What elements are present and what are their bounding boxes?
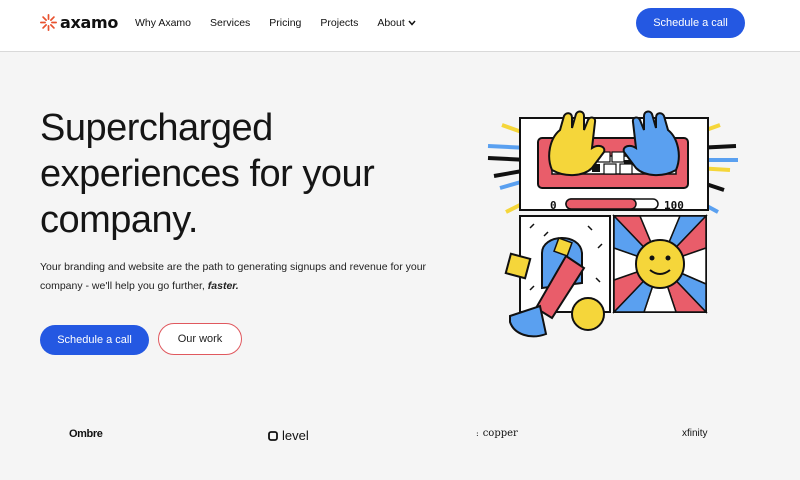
nav-link-about-label: About: [377, 17, 405, 29]
sunburst-logo-icon: [40, 14, 57, 31]
copper-dots-icon: :: [476, 429, 479, 438]
client-logo-xfinity: xfinity: [682, 428, 708, 439]
nav-link-projects[interactable]: Projects: [320, 17, 358, 29]
nav-link-why-axamo[interactable]: Why Axamo: [135, 17, 191, 29]
hero-subtitle-emphasis: faster.: [207, 280, 239, 292]
level-logo-icon: [268, 430, 278, 441]
our-work-button[interactable]: Our work: [158, 323, 242, 355]
nav-schedule-call-button[interactable]: Schedule a call: [636, 8, 745, 38]
slider-max-label: 100: [664, 199, 684, 212]
nav-links: Why Axamo Services Pricing Projects Abou…: [135, 17, 435, 29]
slider-min-label: 0: [550, 199, 557, 212]
client-logo-level-text: level: [282, 428, 309, 443]
client-logo-level: level: [268, 428, 309, 443]
hero-illustration: 0 100: [487, 110, 738, 338]
client-logo-ombre: Ombre: [69, 428, 103, 440]
nav-link-pricing[interactable]: Pricing: [269, 17, 301, 29]
hero-title: Supercharged experiences for your compan…: [40, 107, 375, 241]
brand-logo[interactable]: axamo: [40, 13, 118, 32]
brand-name: axamo: [60, 13, 119, 32]
nav-link-services[interactable]: Services: [210, 17, 250, 29]
client-logo-copper: : copper: [476, 428, 518, 439]
top-nav: axamo Why Axamo Services Pricing Project…: [0, 0, 800, 52]
nav-link-about[interactable]: About: [377, 17, 416, 29]
client-logos: Ombre level : copper xfinity: [0, 428, 800, 448]
chevron-down-icon: [408, 20, 416, 26]
hero-subtitle: Your branding and website are the path t…: [40, 258, 460, 296]
hero-schedule-call-button[interactable]: Schedule a call: [40, 325, 149, 355]
client-logo-copper-text: copper: [482, 428, 518, 439]
